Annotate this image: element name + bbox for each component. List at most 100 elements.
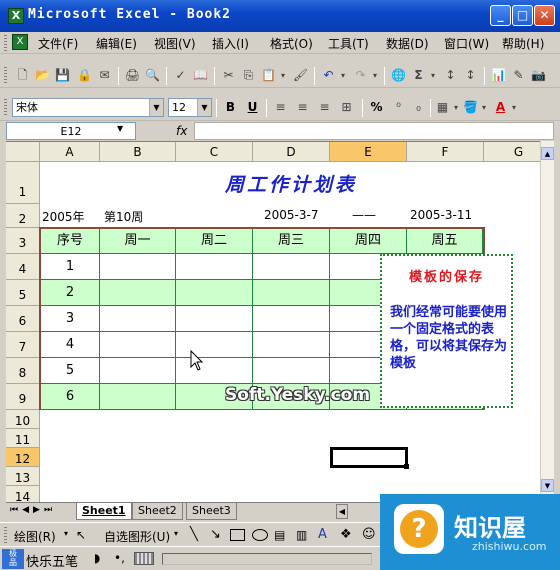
chevron-down-icon[interactable]: ▼ <box>197 99 211 116</box>
wordart-icon[interactable]: A <box>318 527 327 542</box>
bold-button[interactable]: B <box>222 99 239 116</box>
seq-cell[interactable]: 2 <box>41 280 100 306</box>
print-preview-icon[interactable]: 🔍 <box>144 67 161 84</box>
column-header-c[interactable]: C <box>176 142 253 162</box>
scroll-up-icon[interactable]: ▲ <box>541 147 554 160</box>
rectangle-icon[interactable] <box>230 529 245 541</box>
header-cell-seq[interactable]: 序号 <box>41 229 100 254</box>
merge-center-icon[interactable]: ⊞ <box>338 99 355 116</box>
menu-data[interactable]: 数据(D) <box>386 35 429 52</box>
ime-logo-icon[interactable]: 极品 <box>2 549 24 569</box>
underline-button[interactable]: U <box>244 99 261 116</box>
save-icon[interactable]: 💾 <box>54 67 71 84</box>
table-cell[interactable] <box>100 332 176 358</box>
row-header-10[interactable]: 10 <box>6 410 40 429</box>
table-cell[interactable] <box>253 306 330 332</box>
table-cell[interactable] <box>100 384 176 410</box>
autosum-dropdown-icon[interactable]: ▾ <box>428 67 438 84</box>
menu-view[interactable]: 视图(V) <box>154 35 196 52</box>
row-header-12[interactable]: 12 <box>6 448 40 467</box>
half-width-icon[interactable]: ◗ <box>94 551 100 565</box>
mail-icon[interactable]: ✉ <box>96 67 113 84</box>
tab-sheet1[interactable]: Sheet1 <box>76 503 132 520</box>
align-left-icon[interactable]: ≡ <box>272 99 289 116</box>
active-cell-e12[interactable] <box>330 447 408 468</box>
borders-dropdown-icon[interactable]: ▾ <box>452 99 460 116</box>
row-header-13[interactable]: 13 <box>6 467 40 486</box>
drawing-icon[interactable]: ✎ <box>510 67 527 84</box>
chevron-down-icon[interactable]: ▼ <box>149 99 163 116</box>
tab-sheet3[interactable]: Sheet3 <box>186 503 237 520</box>
menu-grip[interactable] <box>4 35 7 51</box>
table-cell[interactable] <box>176 280 253 306</box>
table-cell[interactable] <box>253 280 330 306</box>
undo-dropdown-icon[interactable]: ▾ <box>338 67 348 84</box>
table-cell[interactable] <box>100 254 176 280</box>
row-header-11[interactable]: 11 <box>6 429 40 448</box>
soft-keyboard-icon[interactable] <box>134 552 154 565</box>
workbook-icon[interactable]: X <box>12 34 28 50</box>
spelling-icon[interactable]: ✓ <box>172 67 189 84</box>
column-header-d[interactable]: D <box>253 142 330 162</box>
vertical-scrollbar[interactable]: ▲ ▼ <box>540 141 554 502</box>
toolbar-grip[interactable] <box>4 67 7 85</box>
clipart-icon[interactable]: ☺ <box>362 527 376 542</box>
textbox-icon[interactable]: ▤ <box>274 528 285 542</box>
draw-menu-button[interactable]: 绘图(R) <box>14 528 56 545</box>
header-cell-thu[interactable]: 周四 <box>330 229 407 254</box>
row-header-2[interactable]: 2 <box>6 204 40 228</box>
font-color-dropdown-icon[interactable]: ▾ <box>510 99 518 116</box>
font-size-combo[interactable]: 12 ▼ <box>168 98 212 117</box>
table-cell[interactable] <box>176 254 253 280</box>
paste-icon[interactable]: 📋 <box>260 67 277 84</box>
menu-window[interactable]: 窗口(W) <box>444 35 489 52</box>
paste-dropdown-icon[interactable]: ▾ <box>278 67 288 84</box>
column-header-a[interactable]: A <box>40 142 100 162</box>
header-cell-tue[interactable]: 周二 <box>176 229 253 254</box>
research-icon[interactable]: 📖 <box>192 67 209 84</box>
close-button[interactable]: ✕ <box>534 5 555 26</box>
oval-icon[interactable] <box>252 529 268 541</box>
copy-icon[interactable]: ⎘ <box>240 67 257 84</box>
header-cell-wed[interactable]: 周三 <box>253 229 330 254</box>
maximize-button[interactable]: □ <box>512 5 533 26</box>
menu-format[interactable]: 格式(O) <box>270 35 313 52</box>
table-cell[interactable] <box>253 332 330 358</box>
redo-dropdown-icon[interactable]: ▾ <box>370 67 380 84</box>
sort-ascending-icon[interactable]: ↕ <box>442 67 459 84</box>
function-icon[interactable]: fx <box>176 124 187 138</box>
row-header-9[interactable]: 9 <box>6 384 40 410</box>
autosum-icon[interactable]: Σ <box>410 67 427 84</box>
chart-wizard-icon[interactable]: 📊 <box>490 67 507 84</box>
increase-decimal-icon[interactable]: ⁰ <box>390 99 407 116</box>
column-header-e[interactable]: E <box>330 142 407 162</box>
font-color-icon[interactable]: A <box>492 99 509 116</box>
chevron-down-icon[interactable]: ▾ <box>64 529 68 538</box>
arrow-icon[interactable]: ↘ <box>210 527 221 542</box>
open-icon[interactable]: 📂 <box>34 67 51 84</box>
chevron-down-icon[interactable]: ▾ <box>174 529 178 538</box>
row-header-6[interactable]: 6 <box>6 306 40 332</box>
menu-file[interactable]: 文件(F) <box>38 35 78 52</box>
fill-color-icon[interactable]: 🪣 <box>462 99 479 116</box>
format-painter-icon[interactable]: 🖌 <box>292 67 309 84</box>
menu-edit[interactable]: 编辑(E) <box>96 35 137 52</box>
table-cell[interactable] <box>253 358 330 384</box>
select-all-corner[interactable] <box>6 142 40 162</box>
column-header-f[interactable]: F <box>407 142 484 162</box>
punctuation-icon[interactable]: •, <box>114 551 125 565</box>
row-header-1[interactable]: 1 <box>6 162 40 204</box>
menu-insert[interactable]: 插入(I) <box>212 35 249 52</box>
minimize-button[interactable]: _ <box>490 5 511 26</box>
fill-handle[interactable] <box>404 464 409 469</box>
seq-cell[interactable]: 1 <box>41 254 100 280</box>
seq-cell[interactable]: 5 <box>41 358 100 384</box>
column-header-b[interactable]: B <box>100 142 176 162</box>
table-cell[interactable] <box>100 280 176 306</box>
new-icon[interactable]: 🗋 <box>14 67 31 84</box>
row-header-4[interactable]: 4 <box>6 254 40 280</box>
row-header-3[interactable]: 3 <box>6 228 40 254</box>
cut-icon[interactable]: ✂ <box>220 67 237 84</box>
table-cell[interactable] <box>100 306 176 332</box>
scroll-left-icon[interactable]: ◀ <box>336 504 348 519</box>
